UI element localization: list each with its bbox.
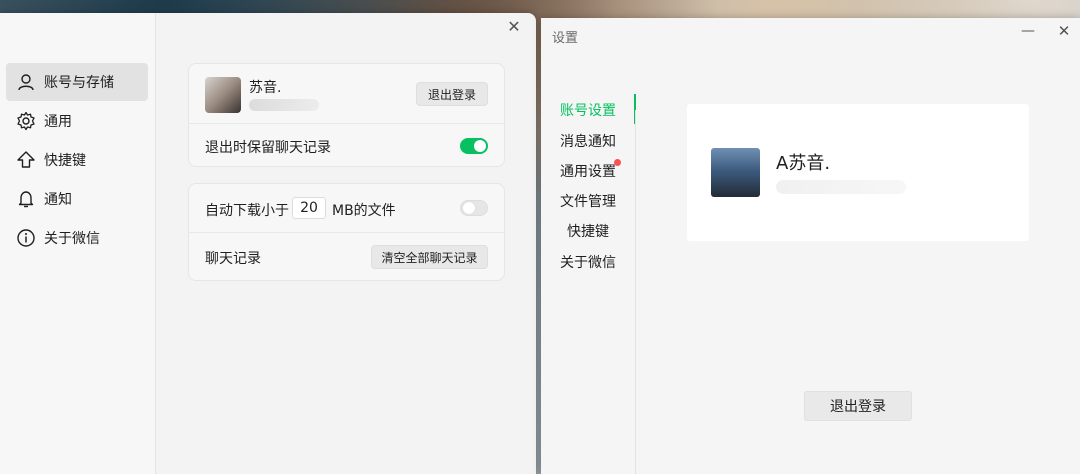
- sidebar-item-general[interactable]: 通用: [6, 102, 148, 140]
- auto-download-toggle[interactable]: [460, 200, 488, 216]
- info-icon: [16, 228, 36, 248]
- account-id-blurred: [249, 99, 319, 111]
- auto-download-row: 自动下载小于 20 MB的文件: [189, 184, 504, 233]
- account-row: 苏音. 退出登录: [189, 64, 504, 124]
- close-icon[interactable]: ✕: [1056, 23, 1072, 39]
- auto-download-size-input[interactable]: 20: [292, 197, 326, 219]
- toggle-knob: [474, 140, 486, 152]
- keep-history-toggle[interactable]: [460, 138, 488, 154]
- settings-sidebar: 账号与存储 通用 快捷键 通知 关于微信: [0, 13, 156, 474]
- sidebar-item-label: 关于微信: [44, 231, 100, 247]
- auto-download-suffix: MB的文件: [332, 203, 396, 219]
- user-icon: [16, 72, 36, 92]
- minimize-icon[interactable]: —: [1020, 23, 1036, 39]
- chat-history-row: 聊天记录 清空全部聊天记录: [189, 233, 504, 282]
- settings-window-new: 账号与存储 通用 快捷键 通知 关于微信 ✕ 苏音. 退出登录 退出时保留聊天记…: [0, 13, 536, 474]
- gear-icon: [16, 111, 36, 131]
- toggle-knob: [463, 202, 475, 214]
- profile-id-blurred: [776, 180, 906, 194]
- nav-item-file-management[interactable]: 文件管理: [541, 191, 635, 211]
- nav-item-general-settings[interactable]: 通用设置: [541, 161, 635, 181]
- nav-item-message-notifications[interactable]: 消息通知: [541, 131, 635, 151]
- bell-icon: [16, 189, 36, 209]
- keep-history-row: 退出时保留聊天记录: [189, 124, 504, 168]
- shortcut-arrow-icon: [16, 150, 36, 170]
- sidebar-item-label: 快捷键: [44, 153, 86, 169]
- logout-button[interactable]: 退出登录: [804, 391, 912, 421]
- sidebar-item-notifications[interactable]: 通知: [6, 180, 148, 218]
- keep-history-label: 退出时保留聊天记录: [205, 140, 331, 156]
- nav-divider: [635, 110, 636, 474]
- sidebar-item-account-storage[interactable]: 账号与存储: [6, 63, 148, 101]
- window-title: 设置: [552, 31, 579, 46]
- avatar[interactable]: [205, 77, 241, 113]
- profile-card: A苏音.: [687, 104, 1029, 241]
- account-nickname: 苏音.: [249, 80, 282, 96]
- nav-item-about[interactable]: 关于微信: [541, 252, 635, 272]
- sidebar-item-shortcuts[interactable]: 快捷键: [6, 141, 148, 179]
- clear-history-button[interactable]: 清空全部聊天记录: [371, 245, 488, 269]
- account-card: 苏音. 退出登录 退出时保留聊天记录: [188, 63, 505, 167]
- sidebar-item-label: 账号与存储: [44, 75, 114, 91]
- storage-card: 自动下载小于 20 MB的文件 聊天记录 清空全部聊天记录: [188, 183, 505, 281]
- nav-item-account-settings[interactable]: 账号设置: [541, 100, 635, 120]
- sidebar-item-label: 通用: [44, 114, 72, 130]
- nav-item-shortcuts[interactable]: 快捷键: [541, 221, 635, 241]
- close-icon[interactable]: ✕: [506, 19, 522, 35]
- avatar[interactable]: [711, 148, 760, 197]
- sidebar-item-label: 通知: [44, 192, 72, 208]
- settings-window-old: 设置 — ✕ 账号设置 消息通知 通用设置 文件管理 快捷键 关于微信 A苏音.…: [541, 18, 1080, 474]
- sidebar-item-about[interactable]: 关于微信: [6, 219, 148, 257]
- profile-name: A苏音.: [776, 153, 831, 174]
- chat-history-label: 聊天记录: [205, 251, 261, 267]
- auto-download-prefix: 自动下载小于: [205, 203, 289, 219]
- notification-badge: [614, 159, 621, 166]
- logout-button[interactable]: 退出登录: [416, 82, 488, 106]
